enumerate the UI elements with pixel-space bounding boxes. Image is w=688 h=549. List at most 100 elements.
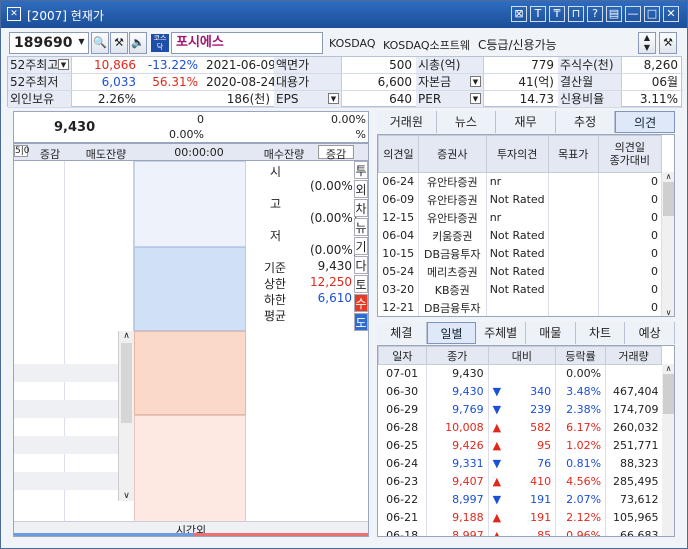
opinion-scrollbar[interactable]: ∧ ∨: [662, 172, 674, 316]
tool-icon[interactable]: ⚒: [110, 32, 128, 54]
info-label[interactable]: 52주최고 ▼: [8, 57, 72, 73]
info-label: 결산월: [558, 74, 622, 90]
side-toggle[interactable]: 5|0: [14, 145, 29, 157]
market-label: KOSDAQ: [329, 37, 376, 50]
settings-icon[interactable]: ⚒: [659, 32, 677, 54]
orderbook-scrollbar[interactable]: ∧ ∨: [118, 331, 134, 501]
opinion-cell: 03-20: [378, 280, 419, 299]
side-tab[interactable]: 다: [354, 256, 368, 274]
opinion-cell: Not Rated: [486, 226, 549, 245]
opinion-row[interactable]: 12-21 DB금융투자 0: [378, 298, 663, 316]
daily-row[interactable]: 07-01 9,430 0.00%: [378, 364, 662, 383]
daily-row[interactable]: 06-23 9,407 ▲ 410 4.56% 285,495: [378, 472, 662, 491]
tab[interactable]: 매물: [526, 322, 576, 344]
chevron-down-icon[interactable]: ▼: [328, 93, 339, 104]
down-arrow-icon: ▼: [492, 493, 502, 506]
opinion-cell: [548, 298, 599, 316]
text-icon[interactable]: T: [530, 6, 546, 22]
daily-row[interactable]: 06-25 9,426 ▲ 95 1.02% 251,771: [378, 436, 662, 455]
tab[interactable]: 뉴스: [436, 111, 497, 133]
opinion-panel: 의견일 증권사 투자의견 목표가 의견일 종가대비 06-24 유안타증권 nr 0 06-09 유…: [377, 134, 675, 317]
daily-change: 239: [530, 403, 552, 416]
opinion-row[interactable]: 05-24 메리츠증권 Not Rated 0: [378, 262, 663, 281]
orderbook: 5|0 증감 매도잔량 00:00:00 매수잔량 증감 ∧ ∨ 시 (0.00…: [13, 143, 369, 537]
info-label: 신용비율: [558, 91, 622, 107]
info-label[interactable]: 자본금 ▼: [416, 74, 484, 90]
daily-row[interactable]: 06-22 8,997 ▼ 191 2.07% 73,612: [378, 490, 662, 509]
daily-row[interactable]: 06-30 9,430 ▼ 340 3.48% 467,404: [378, 382, 662, 401]
daily-change-cell: ▼ 239: [488, 400, 557, 419]
speaker-icon[interactable]: 🔈: [129, 32, 147, 54]
side-tab[interactable]: 기: [354, 237, 368, 255]
top-tabs: 거래원 뉴스 재무 추정 의견: [377, 111, 675, 133]
daily-table: 일자 종가 대비 등락률 거래량 07-01 9,430 0.00% 06-30 9,430 ▼ 34…: [378, 346, 662, 536]
search-icon[interactable]: 🔍: [91, 32, 109, 54]
tab[interactable]: 차트: [575, 322, 626, 344]
hdr-bid-change[interactable]: 증감: [318, 145, 354, 161]
opinion-row[interactable]: 06-24 유안타증권 nr 0: [378, 172, 663, 191]
daily-row[interactable]: 06-28 10,008 ▲ 582 6.17% 260,032: [378, 418, 662, 437]
menu-icon[interactable]: ▤: [606, 6, 622, 22]
daily-scrollbar[interactable]: ∧: [662, 364, 674, 536]
pin-icon[interactable]: ₸: [549, 6, 565, 22]
daily-row[interactable]: 06-29 9,769 ▼ 239 2.38% 174,709: [378, 400, 662, 419]
opinion-row[interactable]: 12-15 유안타증권 nr 0: [378, 208, 663, 227]
tab[interactable]: 재무: [496, 111, 556, 133]
tab[interactable]: 추정: [555, 111, 616, 133]
daily-row[interactable]: 06-18 8,997 ▲ 85 0.96% 66,683: [378, 526, 662, 536]
daily-date: 06-28: [378, 418, 427, 437]
opinion-cell: 06-04: [378, 226, 419, 245]
info-value: 06월: [651, 75, 678, 89]
daily-row[interactable]: 06-21 9,188 ▲ 191 2.12% 105,965: [378, 508, 662, 527]
daily-row[interactable]: 06-24 9,331 ▼ 76 0.81% 88,323: [378, 454, 662, 473]
opinion-row[interactable]: 06-09 유안타증권 Not Rated 0: [378, 190, 663, 209]
daily-close: 9,407: [426, 472, 489, 491]
chevron-down-icon[interactable]: ▼: [58, 59, 69, 70]
tab[interactable]: 체결: [377, 322, 427, 344]
opinion-header-cell: 목표가: [547, 135, 599, 173]
info-value: 2020-08-24: [206, 75, 276, 89]
daily-change-cell: ▲ 85: [488, 526, 557, 536]
down-arrow-icon: ▼: [492, 385, 502, 398]
close-icon[interactable]: ✕: [663, 6, 679, 22]
tab[interactable]: 주체별: [476, 322, 526, 344]
chevron-down-icon[interactable]: ▼: [470, 93, 481, 104]
tab[interactable]: 일별: [426, 322, 477, 344]
code-dropdown-icon[interactable]: ▼: [75, 33, 88, 53]
updown-icon[interactable]: ▲ ▼: [638, 32, 656, 54]
link-icon[interactable]: ⊓: [568, 6, 584, 22]
daily-volume: 88,323: [620, 457, 659, 470]
toolbar-close-icon[interactable]: ⊠: [511, 6, 527, 22]
stat-base-value: 9,430: [317, 259, 352, 273]
opinion-cell: KB증권: [418, 280, 487, 299]
help-icon[interactable]: ?: [587, 6, 603, 22]
chevron-down-icon[interactable]: ▼: [470, 76, 481, 87]
side-tab[interactable]: 투: [354, 161, 368, 179]
sector-label: KOSDAQ소프트웨: [383, 39, 470, 52]
side-tab[interactable]: 토: [354, 275, 368, 293]
tab[interactable]: 예상: [625, 322, 675, 344]
side-tab[interactable]: 수: [354, 294, 368, 312]
opinion-row[interactable]: 03-20 KB증권 Not Rated 0: [378, 280, 663, 299]
info-value: 640: [389, 92, 412, 106]
hdr-ask-change: 증감: [39, 148, 61, 161]
daily-rate: 0.81%: [555, 454, 607, 473]
opinion-header-cell: 의견일: [378, 135, 419, 173]
info-label[interactable]: PER ▼: [416, 91, 484, 107]
ask-area: [14, 161, 134, 331]
minimize-icon[interactable]: —: [625, 6, 641, 22]
info-label[interactable]: EPS ▼: [274, 91, 342, 107]
side-tab[interactable]: 뉴: [354, 218, 368, 236]
info-value: 6,033: [101, 75, 136, 89]
side-tab[interactable]: 차: [354, 199, 368, 217]
daily-close: 9,430: [426, 382, 489, 401]
up-arrow-icon: ▲: [492, 475, 502, 488]
maximize-icon[interactable]: □: [644, 6, 660, 22]
side-tab[interactable]: 도: [354, 313, 368, 331]
opinion-row[interactable]: 10-15 DB금융투자 Not Rated 0: [378, 244, 663, 263]
side-tab[interactable]: 외: [354, 180, 368, 198]
opinion-row[interactable]: 06-04 키움증권 Not Rated 0: [378, 226, 663, 245]
tab[interactable]: 거래원: [377, 111, 437, 133]
opinion-header-cell: 의견일 종가대비: [597, 135, 663, 173]
tab[interactable]: 의견: [615, 111, 675, 133]
